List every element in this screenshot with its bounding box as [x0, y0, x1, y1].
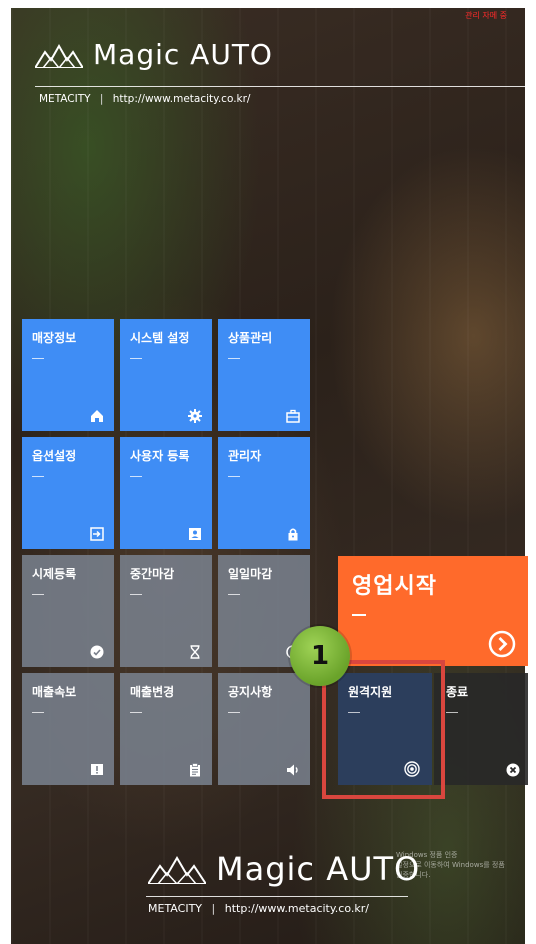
sign-in-icon: [90, 527, 104, 541]
tile-label: 중간마감: [130, 567, 175, 581]
tile-label: 상품관리: [228, 331, 273, 345]
separator: |: [211, 902, 216, 915]
tile-sales-report[interactable]: 매출속보: [22, 673, 114, 785]
lock-icon: [288, 528, 298, 541]
speaker-icon: [287, 764, 298, 776]
brand-subline-bottom: METACITY | http://www.metacity.co.kr/: [148, 902, 369, 915]
brand-name-bottom: Magic AUTO: [216, 850, 421, 888]
tile-notice[interactable]: 공지사항: [218, 673, 310, 785]
briefcase-icon: [286, 409, 300, 423]
company-url: http://www.metacity.co.kr/: [112, 93, 251, 105]
hourglass-icon: [190, 645, 200, 659]
tile-label: 일일마감: [228, 567, 273, 581]
tile-exit[interactable]: 종료: [434, 673, 528, 785]
tile-start-business[interactable]: 영업시작: [338, 556, 528, 666]
tile-label: 영업시작: [352, 574, 437, 599]
divider-bottom: [146, 896, 408, 897]
tile-sales-change[interactable]: 매출변경: [120, 673, 212, 785]
tile-product-mgmt[interactable]: 상품관리: [218, 319, 310, 431]
home-icon: [91, 410, 103, 422]
highlight-box: [322, 660, 445, 799]
company-name: METACITY: [39, 93, 91, 105]
tile-mid-close[interactable]: 중간마감: [120, 555, 212, 667]
step-number-badge: 1: [290, 626, 350, 686]
brand-subline-top: METACITY | http://www.metacity.co.kr/: [39, 93, 250, 105]
close-circle-icon: [506, 763, 520, 777]
mountain-logo-icon: [35, 43, 83, 68]
tile-clock-in[interactable]: 시제등록: [22, 555, 114, 667]
brand-logo-top: Magic AUTO: [35, 38, 273, 71]
tile-label: 관리자: [228, 449, 262, 463]
tile-label: 사용자 등록: [130, 449, 190, 463]
mountain-logo-icon: [148, 856, 206, 884]
user-card-icon: [189, 528, 201, 540]
tile-label: 매장정보: [32, 331, 77, 345]
top-note: 관리 자메 중: [465, 11, 507, 20]
gear-icon: [188, 409, 202, 423]
alert-message-icon: [91, 764, 103, 775]
tile-label: 공지사항: [228, 685, 273, 699]
separator: |: [99, 93, 104, 105]
tile-admin[interactable]: 관리자: [218, 437, 310, 549]
tile-user-register[interactable]: 사용자 등록: [120, 437, 212, 549]
check-circle-icon: [90, 645, 104, 659]
company-url: http://www.metacity.co.kr/: [224, 902, 369, 915]
clipboard-icon: [190, 763, 200, 777]
tile-label: 매출변경: [130, 685, 175, 699]
tile-label: 시스템 설정: [130, 331, 190, 345]
tile-label: 종료: [446, 685, 469, 699]
brand-name-top: Magic AUTO: [93, 38, 273, 71]
tile-system-settings[interactable]: 시스템 설정: [120, 319, 212, 431]
company-name: METACITY: [148, 902, 203, 915]
tile-label: 매출속보: [32, 685, 77, 699]
divider-top: [35, 86, 535, 87]
brand-logo-bottom: Magic AUTO: [148, 850, 420, 888]
tile-store-info[interactable]: 매장정보: [22, 319, 114, 431]
tile-option-settings[interactable]: 옵션설정: [22, 437, 114, 549]
tile-label: 시제등록: [32, 567, 77, 581]
chevron-right-circle-icon: [488, 630, 516, 658]
windows-activation-watermark: Windows 정품 인증 설정으로 이동하여 Windows를 정품 인증합니…: [396, 851, 505, 879]
tile-label: 옵션설정: [32, 449, 77, 463]
